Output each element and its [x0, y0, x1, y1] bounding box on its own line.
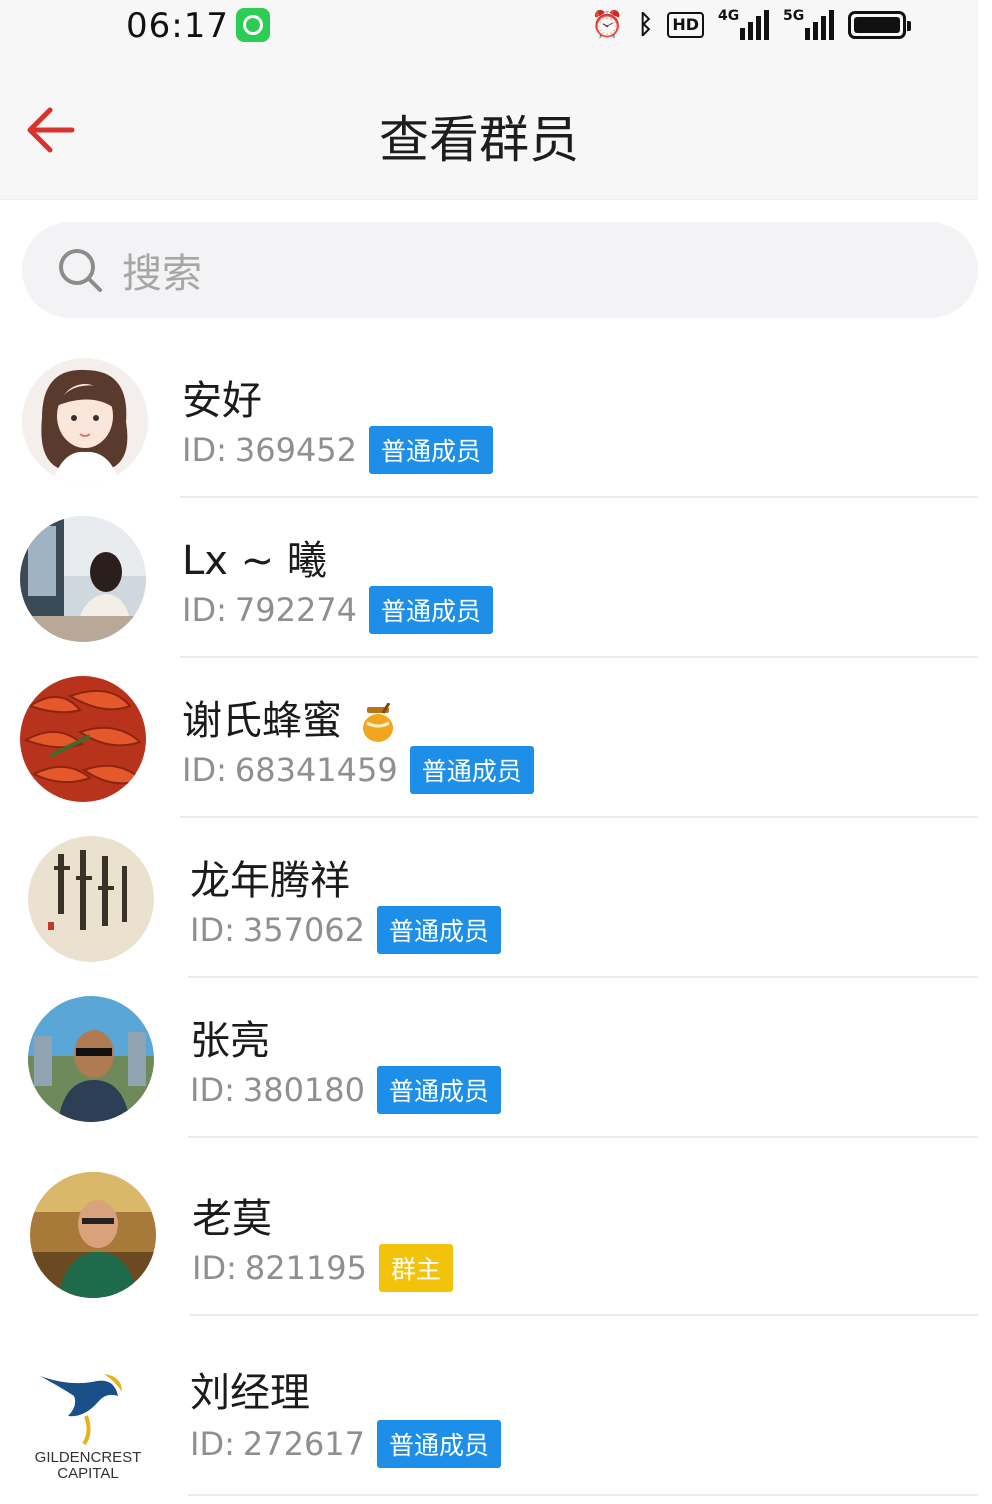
- member-id: 380180: [242, 1071, 366, 1109]
- search-placeholder: 搜索: [122, 251, 202, 297]
- role-badge: 普通成员: [369, 426, 494, 474]
- status-time: 06:17: [126, 6, 229, 46]
- id-label: ID:: [190, 1071, 235, 1109]
- list-item[interactable]: 张亮 ID: 380180 普通成员: [0, 978, 992, 1138]
- avatar: [22, 358, 148, 484]
- member-name: 张亮: [190, 1018, 270, 1064]
- signal-4g-icon: 4G: [718, 8, 769, 40]
- avatar: [28, 836, 154, 962]
- page-title: 查看群员: [379, 111, 579, 169]
- member-name: 安好: [182, 378, 262, 424]
- avatar: [28, 996, 154, 1122]
- honey-pot-icon: [362, 703, 393, 742]
- member-id: 792274: [234, 591, 358, 629]
- bluetooth-icon: ᛒ: [637, 10, 654, 40]
- member-name: 刘经理: [190, 1370, 310, 1416]
- list-item[interactable]: 谢氏蜂蜜 ID: 68341459 普通成员: [0, 658, 992, 818]
- top-bar: 06:17 ⏰ ᛒ HD 4G 5G 查看群员: [0, 0, 978, 200]
- role-badge: 普通成员: [369, 586, 494, 634]
- id-label: ID:: [190, 1425, 235, 1463]
- hd-icon: HD: [667, 12, 704, 38]
- id-label: ID:: [190, 911, 235, 949]
- list-item[interactable]: 安好 ID: 369452 普通成员: [0, 338, 992, 498]
- id-label: ID:: [192, 1249, 237, 1287]
- status-bar: 06:17 ⏰ ᛒ HD 4G 5G: [0, 0, 978, 56]
- member-id-line: ID: 357062 普通成员: [190, 906, 502, 954]
- divider: [188, 1494, 978, 1496]
- status-icons: ⏰ ᛒ HD 4G 5G: [591, 8, 911, 42]
- role-badge: 普通成员: [377, 1420, 502, 1468]
- role-badge: 普通成员: [409, 746, 534, 794]
- member-id-line: ID: 821195 群主: [192, 1244, 454, 1292]
- signal-5g-icon: 5G: [783, 8, 834, 40]
- member-id-line: ID: 272617 普通成员: [190, 1420, 502, 1468]
- member-id: 272617: [242, 1425, 366, 1463]
- avatar: [20, 676, 146, 802]
- list-item[interactable]: 龙年腾祥 ID: 357062 普通成员: [0, 818, 992, 978]
- battery-icon: [848, 11, 911, 39]
- avatar: GILDENCREST CAPITAL: [22, 1346, 154, 1478]
- gildencrest-logo-icon: GILDENCREST CAPITAL: [22, 1346, 154, 1478]
- search-icon: [59, 249, 102, 292]
- role-badge: 群主: [379, 1244, 454, 1292]
- member-id-line: ID: 792274 普通成员: [182, 586, 494, 634]
- list-item[interactable]: 老莫 ID: 821195 群主: [0, 1138, 992, 1316]
- id-label: ID:: [182, 431, 227, 469]
- member-name-text: 谢氏蜂蜜: [182, 698, 342, 744]
- member-id-line: ID: 68341459 普通成员: [182, 746, 534, 794]
- app-notification-icon: [236, 8, 270, 42]
- member-id: 357062: [242, 911, 366, 949]
- role-badge: 普通成员: [377, 1066, 502, 1114]
- id-label: ID:: [182, 591, 227, 629]
- member-id: 68341459: [234, 751, 398, 789]
- search-input[interactable]: 搜索: [22, 222, 978, 318]
- list-item[interactable]: Lx ~ 曦 ID: 792274 普通成员: [0, 498, 992, 658]
- member-id: 369452: [234, 431, 358, 469]
- member-name: 谢氏蜂蜜: [182, 688, 395, 746]
- role-badge: 普通成员: [377, 906, 502, 954]
- svg-text:GILDENCREST: GILDENCREST: [35, 1449, 142, 1466]
- list-item[interactable]: GILDENCREST CAPITAL 刘经理 ID: 272617 普通成员: [0, 1316, 992, 1496]
- alarm-icon: ⏰: [591, 10, 624, 40]
- svg-text:CAPITAL: CAPITAL: [57, 1465, 118, 1478]
- avatar: [20, 516, 146, 642]
- member-id-line: ID: 380180 普通成员: [190, 1066, 502, 1114]
- avatar: [30, 1172, 156, 1298]
- member-name: 老莫: [192, 1196, 272, 1242]
- member-name: Lx ~ 曦: [182, 538, 327, 584]
- member-name: 龙年腾祥: [190, 858, 350, 904]
- member-id: 821195: [244, 1249, 368, 1287]
- id-label: ID:: [182, 751, 227, 789]
- member-id-line: ID: 369452 普通成员: [182, 426, 494, 474]
